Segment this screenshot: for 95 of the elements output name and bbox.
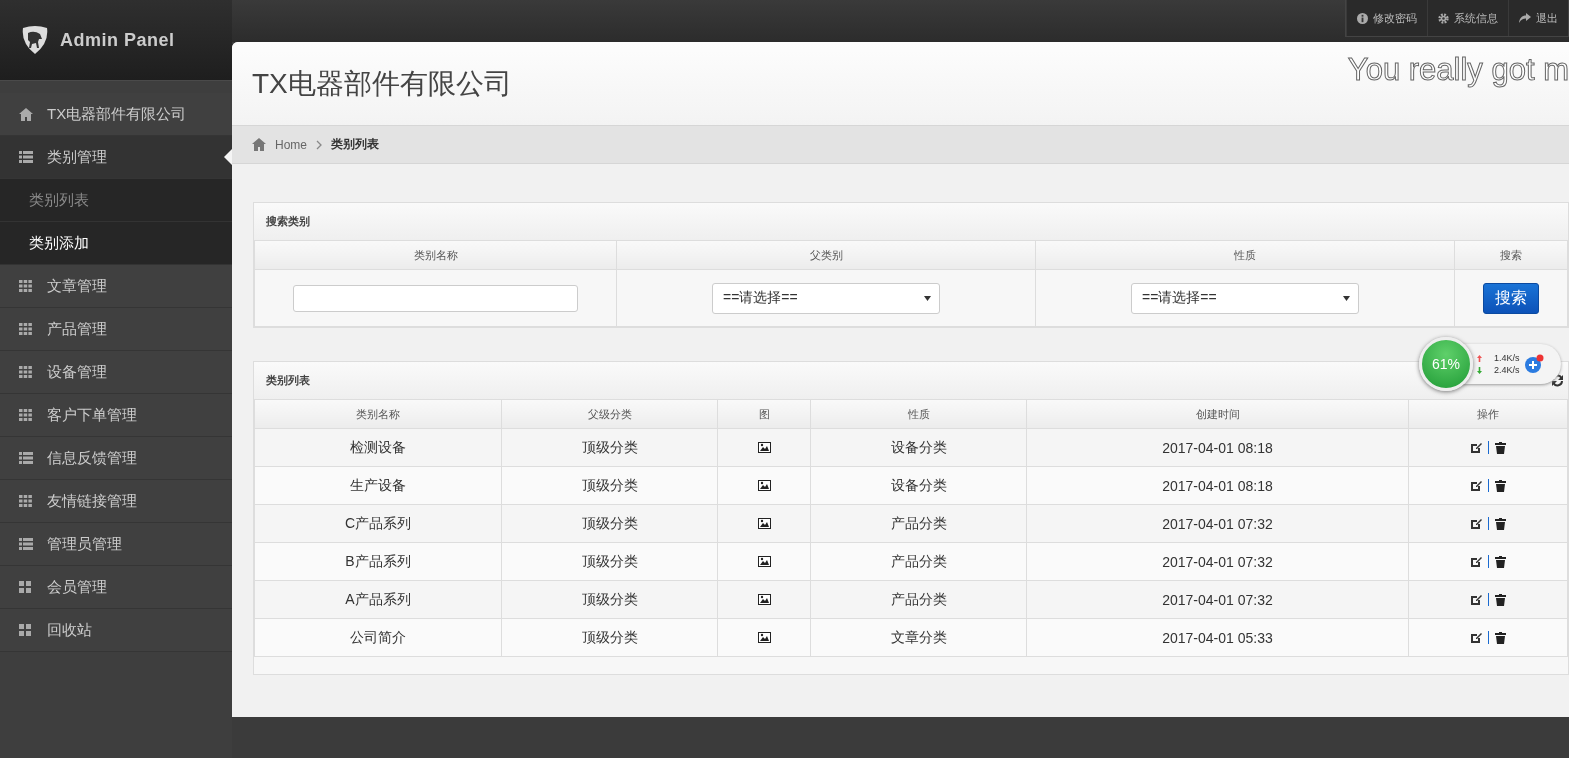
table-cell: 2017-04-01 07:32 [1026, 580, 1409, 619]
info-icon [1357, 12, 1368, 24]
home-icon [252, 138, 266, 151]
edit-icon[interactable] [1470, 631, 1482, 644]
brand-name: Admin Panel [60, 29, 175, 51]
sidebar-item[interactable]: 类别管理 [0, 136, 232, 179]
search-button[interactable]: 搜索 [1483, 282, 1539, 314]
table-cell: 顶级分类 [501, 428, 718, 467]
column-header: 操作 [1408, 400, 1568, 429]
table-cell: A产品系列 [254, 580, 502, 619]
top-link[interactable]: 系统信息 [1427, 0, 1508, 36]
table-cell: 文章分类 [810, 618, 1027, 657]
column-header: 性质 [1035, 241, 1455, 270]
list-icon [19, 538, 33, 550]
settings-icon [1438, 12, 1449, 24]
plus-icon[interactable] [1523, 354, 1544, 374]
table-cell: 生产设备 [254, 466, 502, 505]
column-header: 图 [717, 400, 811, 429]
page-title: TX电器部件有限公司 [252, 66, 512, 101]
name-input-field[interactable] [293, 284, 578, 312]
image-icon [757, 441, 771, 453]
image-icon [757, 593, 771, 605]
trash-icon[interactable] [1495, 555, 1506, 568]
grid-icon [19, 366, 32, 378]
image-icon [757, 631, 771, 643]
list-icon [19, 151, 33, 163]
home-icon [19, 107, 33, 121]
refresh-icon[interactable] [1551, 374, 1564, 387]
table-cell: C产品系列 [254, 504, 502, 543]
sidebar-subitem[interactable]: 类别添加 [0, 222, 232, 265]
upload-arrow-icon [1477, 354, 1482, 362]
grid-icon [19, 624, 31, 636]
breadcrumb-current: 类别列表 [331, 136, 379, 153]
table-cell: 检测设备 [254, 428, 502, 467]
caret-icon [1343, 295, 1350, 301]
column-header: 父类别 [616, 241, 1036, 270]
column-header: 父级分类 [501, 400, 718, 429]
table-cell: 设备分类 [810, 466, 1027, 505]
grid-icon [19, 495, 32, 507]
table-cell: 2017-04-01 07:32 [1026, 504, 1409, 543]
table-cell: B产品系列 [254, 542, 502, 581]
column-header: 类别名称 [254, 400, 502, 429]
trash-icon[interactable] [1495, 441, 1506, 454]
column-header: 创建时间 [1026, 400, 1409, 429]
table-cell: 设备分类 [810, 428, 1027, 467]
image-icon [757, 479, 771, 491]
edit-icon[interactable] [1470, 593, 1482, 606]
trash-icon[interactable] [1495, 631, 1506, 644]
horse-logo-icon [20, 25, 50, 55]
column-header: 类别名称 [254, 241, 617, 270]
marquee-text: You really got m [1347, 52, 1569, 88]
edit-icon[interactable] [1470, 517, 1482, 530]
grid-icon [19, 409, 32, 421]
edit-icon[interactable] [1470, 441, 1482, 454]
table-cell: 顶级分类 [501, 618, 718, 657]
edit-icon[interactable] [1470, 555, 1482, 568]
sidebar-subitem[interactable]: 类别列表 [0, 179, 232, 222]
list-icon [19, 452, 33, 464]
chevron-icon [316, 139, 322, 150]
table-cell: 顶级分类 [501, 504, 718, 543]
column-header: 性质 [810, 400, 1027, 429]
download-arrow-icon [1477, 366, 1482, 374]
image-icon [757, 517, 771, 529]
breadcrumb-link[interactable]: Home [275, 137, 307, 152]
trash-icon[interactable] [1495, 479, 1506, 492]
table-cell: 产品分类 [810, 542, 1027, 581]
table-cell: 2017-04-01 08:18 [1026, 428, 1409, 467]
edit-icon[interactable] [1470, 479, 1482, 492]
top-link[interactable]: 退出 [1508, 0, 1568, 36]
trash-icon[interactable] [1495, 517, 1506, 530]
share-arrow-icon [1519, 13, 1531, 23]
table-cell: 顶级分类 [501, 542, 718, 581]
image-icon [757, 555, 771, 567]
table-cell: 顶级分类 [501, 466, 718, 505]
table-cell: 产品分类 [810, 580, 1027, 619]
column-header: 搜索 [1454, 241, 1568, 270]
trash-icon[interactable] [1495, 593, 1506, 606]
table-cell: 顶级分类 [501, 580, 718, 619]
select-field[interactable]: ==请选择== [1131, 282, 1359, 314]
table-cell: 公司简介 [254, 618, 502, 657]
upload-rate: 1.4K/s [1494, 353, 1520, 363]
panel-title: 类别列表 [266, 373, 310, 388]
grid-icon [19, 280, 32, 292]
table-cell: 2017-04-01 08:18 [1026, 466, 1409, 505]
grid-icon [19, 323, 32, 335]
top-link[interactable]: 修改密码 [1346, 0, 1427, 36]
table-cell: 2017-04-01 05:33 [1026, 618, 1409, 657]
download-rate: 2.4K/s [1494, 365, 1520, 375]
table-cell: 产品分类 [810, 504, 1027, 543]
caret-icon [924, 295, 931, 301]
table-cell: 2017-04-01 07:32 [1026, 542, 1409, 581]
select-field[interactable]: ==请选择== [712, 282, 940, 314]
pointer-icon [224, 149, 232, 165]
grid-icon [19, 581, 31, 593]
panel-title: 搜索类别 [266, 214, 310, 229]
